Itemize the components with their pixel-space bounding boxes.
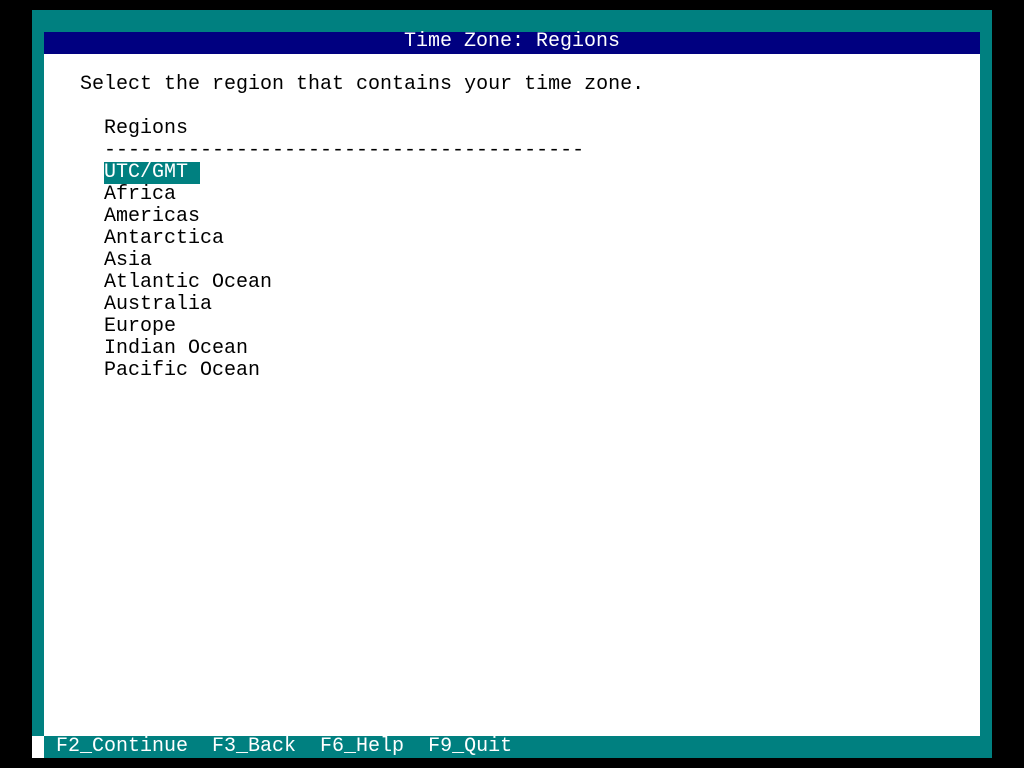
screen-title: Time Zone: Regions <box>44 32 980 54</box>
f3-back-key[interactable]: F3_Back <box>212 736 296 758</box>
region-item-americas[interactable]: Americas <box>104 206 284 228</box>
f9-quit-key[interactable]: F9_Quit <box>428 736 512 758</box>
instruction-text: Select the region that contains your tim… <box>80 73 645 96</box>
content-panel: Select the region that contains your tim… <box>44 54 980 736</box>
region-item-antarctica[interactable]: Antarctica <box>104 228 284 250</box>
cursor-block <box>32 736 44 758</box>
list-divider: ---------------------------------------- <box>104 139 585 162</box>
list-header: Regions <box>104 117 189 140</box>
f2-continue-key[interactable]: F2_Continue <box>56 736 188 758</box>
region-item-africa[interactable]: Africa <box>104 184 284 206</box>
function-key-bar: F2_Continue F3_Back F6_Help F9_Quit <box>44 736 980 758</box>
region-item-indian-ocean[interactable]: Indian Ocean <box>104 338 284 360</box>
region-list[interactable]: UTC/GMT Africa Americas Antarctica Asia … <box>104 162 284 382</box>
f6-help-key[interactable]: F6_Help <box>320 736 404 758</box>
region-item-atlantic-ocean[interactable]: Atlantic Ocean <box>104 272 284 294</box>
region-item-asia[interactable]: Asia <box>104 250 284 272</box>
region-item-europe[interactable]: Europe <box>104 316 284 338</box>
region-item-australia[interactable]: Australia <box>104 294 284 316</box>
region-item-utc-gmt[interactable]: UTC/GMT <box>104 162 201 184</box>
region-item-pacific-ocean[interactable]: Pacific Ocean <box>104 360 284 382</box>
